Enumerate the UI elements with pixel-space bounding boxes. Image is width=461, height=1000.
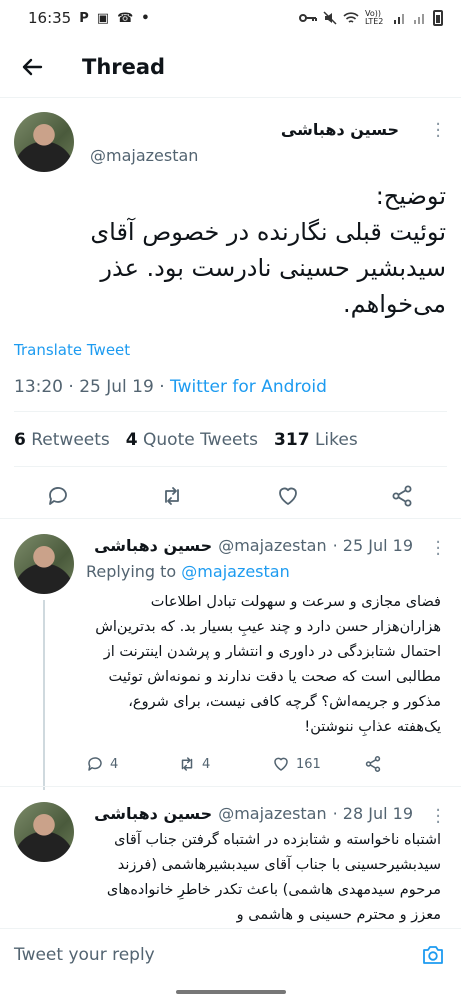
replying-prefix: Replying to [86, 562, 177, 581]
author-handle[interactable]: @majazestan [90, 146, 198, 165]
system-nav-bar [0, 984, 461, 1000]
battery-icon [433, 10, 443, 26]
tweet-time: 13:20 [14, 377, 63, 397]
like-heart-icon[interactable] [276, 484, 300, 508]
tweet-stats: 6 Retweets 4 Quote Tweets 317 Likes [14, 430, 358, 450]
share-icon[interactable] [390, 484, 414, 508]
retweets-label: Retweets [31, 430, 110, 450]
back-arrow-icon [22, 58, 43, 75]
key-icon [299, 14, 317, 22]
quotes-label: Quote Tweets [143, 430, 259, 450]
reply-action[interactable]: 4 [86, 755, 118, 773]
status-time: 16:35 [28, 9, 72, 27]
reply-date: · 28 Jul 19 [332, 804, 413, 823]
thread-line [43, 600, 45, 790]
avatar[interactable] [14, 112, 74, 172]
whatsapp-app-icon: ☎ [117, 10, 134, 26]
wifi-icon [343, 12, 359, 23]
quotes-count: 4 [125, 430, 138, 450]
retweet-count: 4 [202, 756, 211, 772]
quotes-stat[interactable]: 4 Quote Tweets [126, 430, 258, 450]
signal-2-icon [414, 14, 424, 24]
avatar[interactable] [14, 802, 74, 862]
retweets-count: 6 [14, 430, 26, 450]
author-name[interactable]: حسین دهباشی [281, 120, 399, 139]
reply-composer[interactable]: Tweet your reply [0, 928, 461, 984]
retweet-action[interactable]: 4 [178, 755, 210, 773]
replying-to: Replying to @majazestan [86, 562, 290, 581]
author-name[interactable]: حسین دهباشی [94, 804, 212, 823]
tweet-meta: 13:20 · 25 Jul 19 · Twitter for Android [14, 377, 327, 397]
divider [14, 411, 447, 412]
more-options-icon[interactable]: · · · [435, 802, 441, 832]
translate-tweet-link[interactable]: Translate Tweet [14, 341, 130, 359]
likes-count: 317 [274, 430, 310, 450]
divider [0, 786, 461, 787]
retweets-stat[interactable]: 6 Retweets [14, 430, 110, 450]
camera-icon[interactable] [421, 943, 445, 967]
reply-input-placeholder[interactable]: Tweet your reply [14, 945, 155, 965]
more-options-icon[interactable]: · · · [435, 116, 441, 146]
reply-text: فضای مجازی و سرعت و سهولت تبادل اطلاعات … [95, 594, 441, 735]
divider [0, 518, 461, 519]
retweet-icon[interactable] [160, 484, 184, 508]
mute-icon [323, 11, 337, 25]
reply-header: حسین دهباشی @majazestan · 28 Jul 19 [86, 804, 413, 823]
author-name[interactable]: حسین دهباشی [94, 536, 212, 555]
reply-text: اشتباه ناخواسته و شتابزده در اشتباه گرفت… [106, 832, 441, 923]
like-count: 161 [296, 756, 321, 772]
reply-count: 4 [110, 756, 119, 772]
reply-tweet[interactable]: حسین دهباشی @majazestan · 25 Jul 19 · · · … [0, 520, 461, 790]
reply-header: حسین دهباشی @majazestan · 25 Jul 19 [86, 536, 413, 555]
tweet-source-link[interactable]: Twitter for Android [170, 377, 327, 397]
network-label: Vo)) LTE2 [365, 9, 384, 26]
author-handle[interactable]: @majazestan [218, 804, 326, 823]
parking-app-icon: P [79, 10, 89, 26]
app-bar: Thread [0, 36, 461, 98]
avatar[interactable] [14, 534, 74, 594]
tweet-date: 25 Jul 19 [79, 377, 154, 397]
like-heart-icon [274, 757, 288, 771]
notification-dot-icon: • [141, 10, 150, 26]
more-options-icon[interactable]: · · · [435, 534, 441, 564]
likes-label: Likes [314, 430, 358, 450]
signal-icon [394, 14, 404, 24]
home-gesture-handle[interactable] [176, 990, 286, 994]
reply-icon[interactable] [46, 484, 70, 508]
replying-to-handle[interactable]: @majazestan [181, 562, 289, 581]
divider [14, 466, 447, 467]
back-button[interactable] [18, 53, 46, 81]
likes-stat[interactable]: 317 Likes [274, 430, 358, 450]
page-title: Thread [82, 54, 166, 79]
status-right: Vo)) LTE2 [299, 10, 443, 26]
reply-tweet[interactable]: حسین دهباشی @majazestan · 28 Jul 19 · · · … [0, 788, 461, 928]
reply-date: · 25 Jul 19 [332, 536, 413, 555]
status-left: 16:35 P ▣ ☎ • [28, 9, 150, 27]
status-bar: 16:35 P ▣ ☎ • Vo)) LTE2 [0, 0, 461, 36]
retweet-icon [181, 757, 193, 771]
share-action[interactable] [364, 755, 382, 773]
reply-icon [88, 757, 102, 771]
tweet-text: توضیح: توئیت قبلی نگارنده در خصوص آقای س… [90, 182, 446, 318]
share-icon [365, 756, 381, 772]
tweet-actions [0, 478, 461, 518]
reply-actions: 4 4 161 [86, 755, 431, 779]
like-action[interactable]: 161 [272, 755, 321, 773]
gallery-app-icon: ▣ [96, 10, 110, 26]
author-handle[interactable]: @majazestan [218, 536, 326, 555]
